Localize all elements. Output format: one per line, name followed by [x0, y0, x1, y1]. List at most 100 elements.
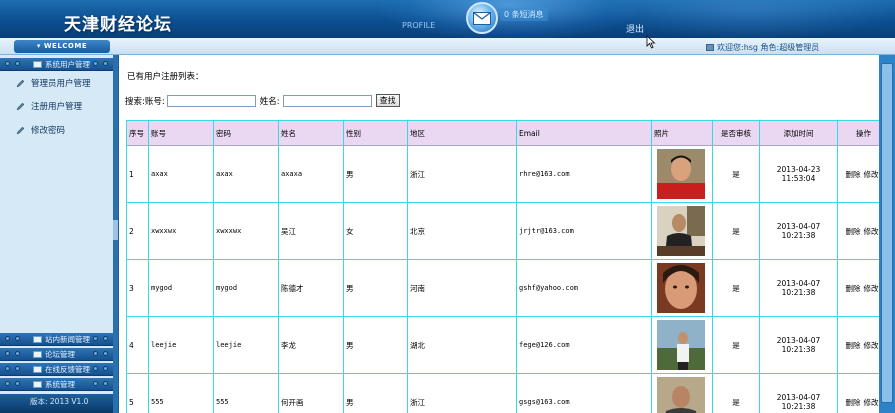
- cell-password: axax: [213, 145, 279, 203]
- sidebar-item-label: 注册用户管理: [31, 102, 83, 112]
- cell-no: 5: [126, 373, 149, 413]
- messages-link[interactable]: 0 条短消息: [500, 8, 548, 21]
- welcome-label: WELCOME: [43, 42, 88, 50]
- cell-account: xwxxwx: [148, 202, 214, 260]
- version-text: 版本: 2013 V1.0: [30, 397, 89, 406]
- edit-link[interactable]: 修改: [864, 398, 879, 407]
- mouse-cursor-icon: [646, 34, 656, 53]
- user-info: 欢迎您:hsg 角色:超级管理员: [706, 42, 819, 53]
- user-photo: [657, 320, 705, 370]
- delete-link[interactable]: 删除: [846, 398, 861, 407]
- cell-name: 吴江: [278, 202, 344, 260]
- mail-small-icon: [33, 366, 42, 373]
- time-text: 11:53:04: [781, 174, 816, 183]
- mail-small-icon: [33, 351, 42, 358]
- cell-approved: 是: [712, 316, 760, 374]
- logout-link[interactable]: 退出: [626, 22, 644, 35]
- app-window: 天津财经论坛 PROFILE 0 条短消息 退出 ▾ WELCOME 欢迎您:h…: [0, 0, 895, 413]
- delete-link[interactable]: 删除: [846, 341, 861, 350]
- sidebar-section-news[interactable]: 站内新闻管理: [0, 333, 113, 346]
- delete-link[interactable]: 删除: [846, 284, 861, 293]
- date-text: 2013-04-07: [776, 336, 821, 345]
- col-added-time: 添加时间: [759, 120, 838, 146]
- sidebar-item-registered-users[interactable]: 注册用户管理: [16, 100, 82, 112]
- scrollbar-thumb[interactable]: [881, 63, 893, 403]
- welcome-badge: ▾ WELCOME: [14, 40, 110, 53]
- cell-name: 陈德才: [278, 259, 344, 317]
- search-button[interactable]: 查找: [375, 94, 400, 107]
- sidebar-section-forum[interactable]: 论坛管理: [0, 348, 113, 361]
- col-email: Email: [516, 120, 652, 146]
- cell-added-time: 2013-04-23 11:53:04: [759, 145, 838, 203]
- mail-icon[interactable]: [466, 2, 498, 34]
- col-name: 姓名: [278, 120, 344, 146]
- edit-link[interactable]: 修改: [864, 341, 879, 350]
- pencil-icon: [16, 126, 25, 135]
- delete-link[interactable]: 删除: [846, 227, 861, 236]
- cell-gender: 女: [343, 202, 408, 260]
- cell-name: axaxa: [278, 145, 344, 203]
- mail-small-icon: [33, 336, 42, 343]
- cell-added-time: 2013-04-07 10:21:38: [759, 373, 838, 413]
- date-text: 2013-04-07: [776, 222, 821, 231]
- cell-region: 浙江: [407, 145, 517, 203]
- col-no: 序号: [126, 120, 149, 146]
- col-gender: 性别: [343, 120, 408, 146]
- cell-approved: 是: [712, 259, 760, 317]
- col-account: 账号: [148, 120, 214, 146]
- cell-approved: 是: [712, 373, 760, 413]
- date-text: 2013-04-07: [776, 393, 821, 402]
- cell-account: mygod: [148, 259, 214, 317]
- sidebar-section-user-management[interactable]: 系统用户管理: [0, 58, 113, 71]
- sidebar-section-system[interactable]: 系统管理: [0, 378, 113, 391]
- sidebar-item-admin-users[interactable]: 管理员用户管理: [16, 77, 91, 89]
- mail-small-icon: [33, 61, 42, 68]
- col-approved: 是否审核: [712, 120, 760, 146]
- table-row: 5 555 555 何开画 男 浙江 gsgs@163.com 是 2013-0…: [126, 373, 890, 413]
- sidebar-item-label: 修改密码: [31, 126, 66, 136]
- page-title: 已有用户注册列表：: [127, 72, 204, 82]
- name-search-input[interactable]: [282, 94, 372, 107]
- user-info-text: 欢迎您:hsg 角色:超级管理员: [717, 43, 820, 52]
- app-title: 天津财经论坛: [64, 15, 172, 35]
- edit-link[interactable]: 修改: [864, 170, 879, 179]
- cell-account: 555: [148, 373, 214, 413]
- cell-name: 何开画: [278, 373, 344, 413]
- sidebar-section-label: 站内新闻管理: [45, 335, 90, 344]
- cell-photo: [651, 373, 713, 413]
- sidebar-item-change-password[interactable]: 修改密码: [16, 124, 65, 136]
- cell-no: 1: [126, 145, 149, 203]
- cell-no: 4: [126, 316, 149, 374]
- main-content: 已有用户注册列表： 搜索: 账号: 姓名: 查找 序号 账号 密码 姓名 性别 …: [118, 55, 895, 413]
- edit-link[interactable]: 修改: [864, 227, 879, 236]
- cell-photo: [651, 145, 713, 203]
- delete-link[interactable]: 删除: [846, 170, 861, 179]
- edit-link[interactable]: 修改: [864, 284, 879, 293]
- users-table: 序号 账号 密码 姓名 性别 地区 Email 照片 是否审核 添加时间 操作 …: [126, 120, 890, 413]
- sidebar-item-label: 管理员用户管理: [31, 79, 91, 89]
- date-text: 2013-04-07: [776, 279, 821, 288]
- vertical-scrollbar[interactable]: [879, 55, 895, 413]
- cell-added-time: 2013-04-07 10:21:38: [759, 316, 838, 374]
- profile-link[interactable]: PROFILE: [402, 21, 435, 30]
- sidebar-section-label: 系统用户管理: [45, 60, 90, 69]
- cell-region: 北京: [407, 202, 517, 260]
- cell-password: mygod: [213, 259, 279, 317]
- cell-approved: 是: [712, 145, 760, 203]
- sidebar-section-label: 论坛管理: [45, 350, 75, 359]
- cell-region: 河南: [407, 259, 517, 317]
- user-photo: [657, 206, 705, 256]
- cell-name: 李龙: [278, 316, 344, 374]
- cell-gender: 男: [343, 259, 408, 317]
- col-password: 密码: [213, 120, 279, 146]
- cell-account: leejie: [148, 316, 214, 374]
- cell-gender: 男: [343, 316, 408, 374]
- top-header: 天津财经论坛 PROFILE 0 条短消息 退出: [0, 0, 895, 38]
- cell-email: gsgs@163.com: [516, 373, 652, 413]
- sidebar-section-feedback[interactable]: 在线反馈管理: [0, 363, 113, 376]
- account-label: 账号:: [144, 96, 165, 107]
- cell-no: 2: [126, 202, 149, 260]
- name-label: 姓名:: [259, 96, 280, 107]
- account-search-input[interactable]: [166, 94, 256, 107]
- user-photo: [657, 263, 705, 313]
